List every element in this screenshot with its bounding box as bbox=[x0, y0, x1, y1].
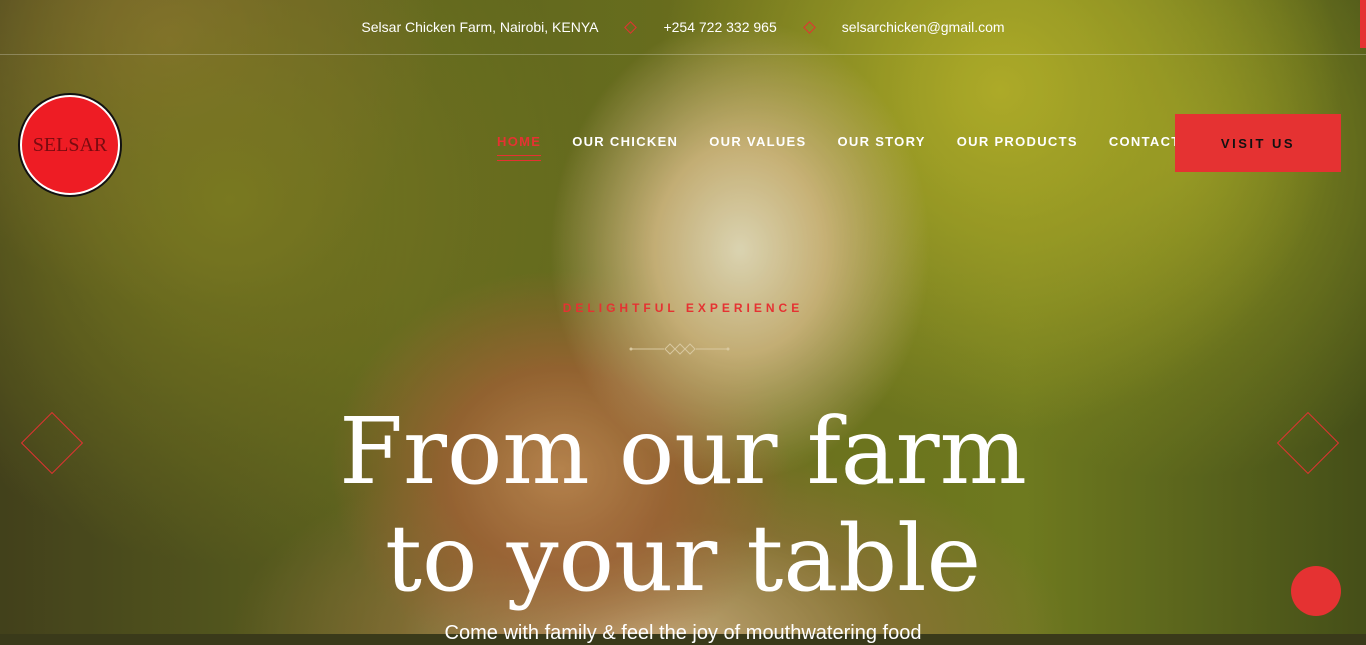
nav-item-our-values[interactable]: OUR VALUES bbox=[709, 134, 806, 149]
nav-item-our-products[interactable]: OUR PRODUCTS bbox=[957, 134, 1078, 149]
nav-item-contact[interactable]: CONTACT bbox=[1109, 134, 1181, 149]
ornament-divider-icon bbox=[629, 343, 730, 355]
visit-us-button[interactable]: VISIT US bbox=[1175, 114, 1341, 172]
headline-line-2: to your table bbox=[384, 505, 982, 612]
floating-action-button[interactable] bbox=[1291, 566, 1341, 616]
hero-headline: From our farm to your table bbox=[0, 398, 1366, 612]
nav-item-home[interactable]: HOME bbox=[497, 134, 542, 161]
email-link[interactable]: selsarchicken@gmail.com bbox=[842, 19, 1005, 35]
site-logo[interactable]: SELSAR bbox=[20, 95, 120, 195]
edge-accent-strip bbox=[1360, 0, 1366, 48]
location-text: Selsar Chicken Farm, Nairobi, KENYA bbox=[361, 19, 599, 35]
nav-item-our-story[interactable]: OUR STORY bbox=[838, 134, 926, 149]
phone-link[interactable]: +254 722 332 965 bbox=[663, 19, 776, 35]
headline-line-1: From our farm bbox=[339, 398, 1027, 505]
main-navigation: HOME OUR CHICKEN OUR VALUES OUR STORY OU… bbox=[497, 134, 1181, 161]
hero-tagline: DELIGHTFUL EXPERIENCE bbox=[562, 301, 804, 315]
nav-item-our-chicken[interactable]: OUR CHICKEN bbox=[572, 134, 678, 149]
logo-text: SELSAR bbox=[32, 133, 108, 156]
diamond-separator-icon bbox=[624, 20, 638, 34]
top-info-bar: Selsar Chicken Farm, Nairobi, KENYA +254… bbox=[0, 0, 1366, 55]
diamond-separator-icon bbox=[802, 20, 816, 34]
